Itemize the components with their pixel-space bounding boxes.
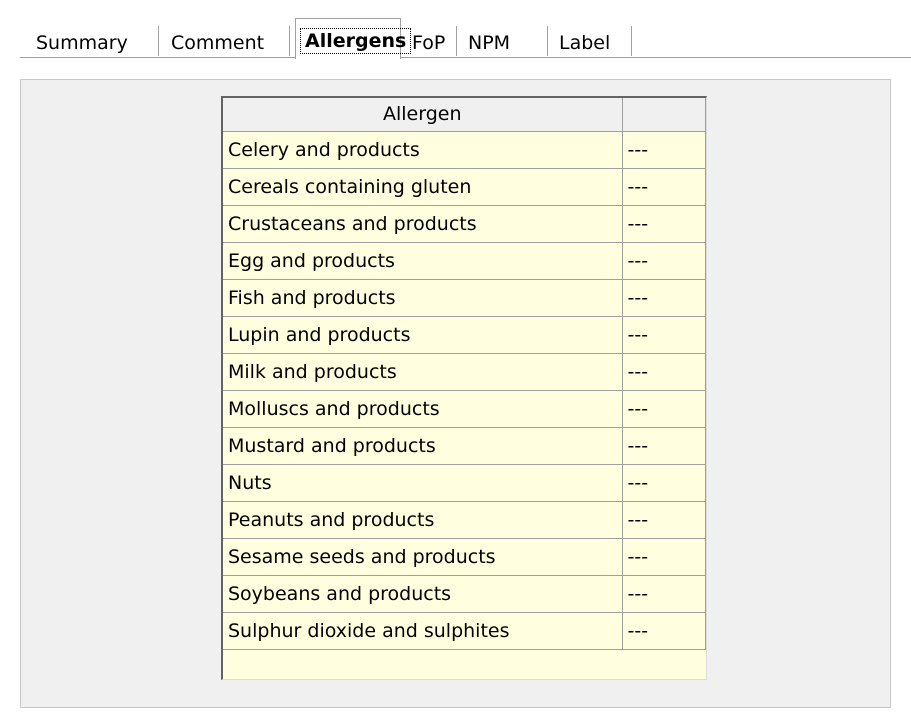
allergen-table: Allergen Celery and products --- Cereals… — [223, 98, 706, 650]
allergen-name-cell[interactable]: Nuts — [223, 464, 623, 502]
table-row[interactable]: Fish and products --- — [223, 279, 706, 317]
tab-label-label: Label — [559, 32, 611, 54]
allergen-name-cell[interactable]: Milk and products — [223, 353, 623, 391]
allergen-value-cell[interactable]: --- — [622, 575, 706, 613]
tab-separator — [289, 26, 290, 56]
tab-summary[interactable]: Summary — [36, 30, 128, 56]
table-row[interactable]: Molluscs and products --- — [223, 390, 706, 428]
allergen-name-cell[interactable]: Soybeans and products — [223, 575, 623, 613]
allergen-name-cell[interactable]: Peanuts and products — [223, 501, 623, 539]
table-row[interactable]: Mustard and products --- — [223, 427, 706, 465]
allergen-grid[interactable]: Allergen Celery and products --- Cereals… — [221, 96, 707, 680]
allergen-value-cell[interactable]: --- — [622, 168, 706, 206]
tab-bar: Summary Comment Allergens FoP NPM Label — [20, 18, 911, 59]
allergen-value-cell[interactable]: --- — [622, 464, 706, 502]
table-row[interactable]: Celery and products --- — [223, 131, 706, 169]
allergen-name-cell[interactable]: Sulphur dioxide and sulphites — [223, 612, 623, 650]
allergen-value-cell[interactable]: --- — [622, 427, 706, 465]
tab-label[interactable]: Label — [559, 30, 610, 56]
allergen-name-cell[interactable]: Crustaceans and products — [223, 205, 623, 243]
column-header-value[interactable] — [622, 98, 706, 132]
tab-separator — [456, 26, 457, 56]
allergen-name-cell[interactable]: Celery and products — [223, 131, 623, 169]
allergen-value-cell[interactable]: --- — [622, 538, 706, 576]
allergen-value-cell[interactable]: --- — [622, 131, 706, 169]
tab-fop-label: FoP — [412, 32, 446, 54]
tab-separator — [631, 26, 632, 56]
allergen-name-cell[interactable]: Lupin and products — [223, 316, 623, 354]
allergen-name-cell[interactable]: Fish and products — [223, 279, 623, 317]
allergen-name-cell[interactable]: Mustard and products — [223, 427, 623, 465]
table-row[interactable]: Sulphur dioxide and sulphites --- — [223, 612, 706, 650]
tab-bar-baseline — [20, 57, 911, 58]
table-row[interactable]: Milk and products --- — [223, 353, 706, 391]
allergen-value-cell[interactable]: --- — [622, 501, 706, 539]
table-header-row: Allergen — [223, 98, 706, 132]
tab-comment[interactable]: Comment — [171, 30, 264, 56]
table-row[interactable]: Egg and products --- — [223, 242, 706, 280]
table-row[interactable]: Soybeans and products --- — [223, 575, 706, 613]
table-row[interactable]: Sesame seeds and products --- — [223, 538, 706, 576]
table-row[interactable]: Lupin and products --- — [223, 316, 706, 354]
allergen-value-cell[interactable]: --- — [622, 612, 706, 650]
allergen-name-cell[interactable]: Egg and products — [223, 242, 623, 280]
allergen-value-cell[interactable]: --- — [622, 316, 706, 354]
table-row[interactable]: Crustaceans and products --- — [223, 205, 706, 243]
tab-separator — [158, 26, 159, 56]
allergens-panel: Allergen Celery and products --- Cereals… — [20, 79, 891, 708]
allergen-value-cell[interactable]: --- — [622, 242, 706, 280]
allergen-value-cell[interactable]: --- — [622, 390, 706, 428]
column-header-allergen[interactable]: Allergen — [223, 98, 623, 132]
allergen-value-cell[interactable]: --- — [622, 279, 706, 317]
tab-separator — [547, 26, 548, 56]
tab-allergens[interactable]: Allergens — [299, 28, 412, 54]
allergen-name-cell[interactable]: Cereals containing gluten — [223, 168, 623, 206]
tab-summary-label: Summary — [36, 32, 128, 54]
tab-comment-label: Comment — [171, 32, 265, 54]
table-row[interactable]: Cereals containing gluten --- — [223, 168, 706, 206]
allergen-value-cell[interactable]: --- — [622, 205, 706, 243]
table-row[interactable]: Nuts --- — [223, 464, 706, 502]
tab-npm-label: NPM — [468, 32, 511, 54]
tab-npm[interactable]: NPM — [468, 30, 510, 56]
tab-fop[interactable]: FoP — [412, 30, 445, 56]
allergen-value-cell[interactable]: --- — [622, 353, 706, 391]
table-row[interactable]: Peanuts and products --- — [223, 501, 706, 539]
allergen-name-cell[interactable]: Molluscs and products — [223, 390, 623, 428]
allergen-name-cell[interactable]: Sesame seeds and products — [223, 538, 623, 576]
tab-allergens-label: Allergens — [299, 28, 412, 54]
